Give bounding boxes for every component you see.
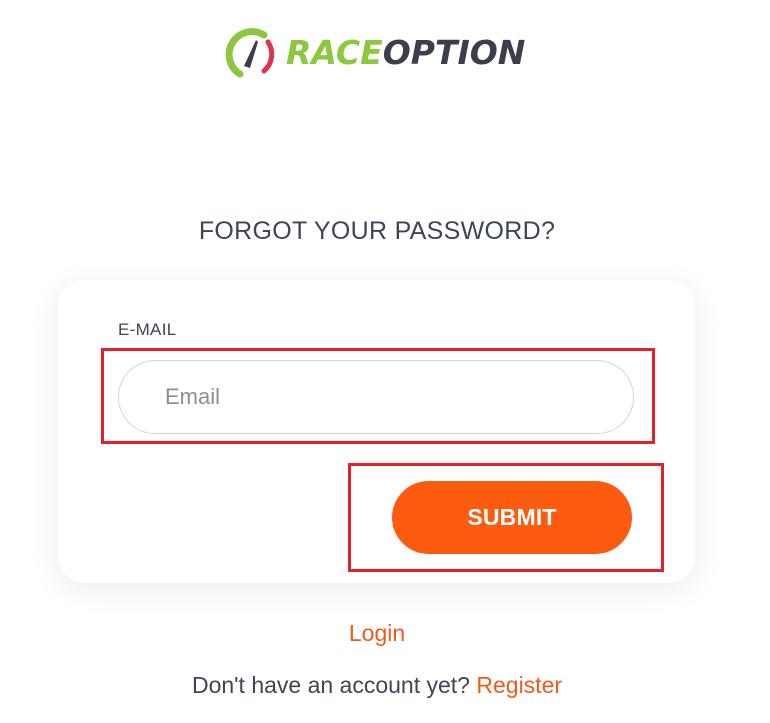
brand-wordmark: RACEOPTION — [286, 36, 525, 69]
register-prompt-text: Don't have an account yet? — [191, 672, 470, 698]
email-input[interactable] — [118, 360, 634, 434]
brand-logo: RACEOPTION — [220, 26, 525, 78]
login-link[interactable]: Login — [0, 620, 754, 647]
brand-wordmark-option: OPTION — [382, 32, 526, 72]
page-title: FORGOT YOUR PASSWORD? — [198, 217, 556, 245]
register-link[interactable]: Register — [476, 672, 562, 698]
register-prompt-line: Don't have an account yet? Register — [0, 672, 754, 699]
submit-button[interactable]: SUBMIT — [392, 481, 632, 554]
brand-wordmark-race: RACE — [286, 32, 383, 72]
email-label: E-MAIL — [118, 320, 177, 339]
speedometer-gauge-icon — [225, 28, 275, 78]
